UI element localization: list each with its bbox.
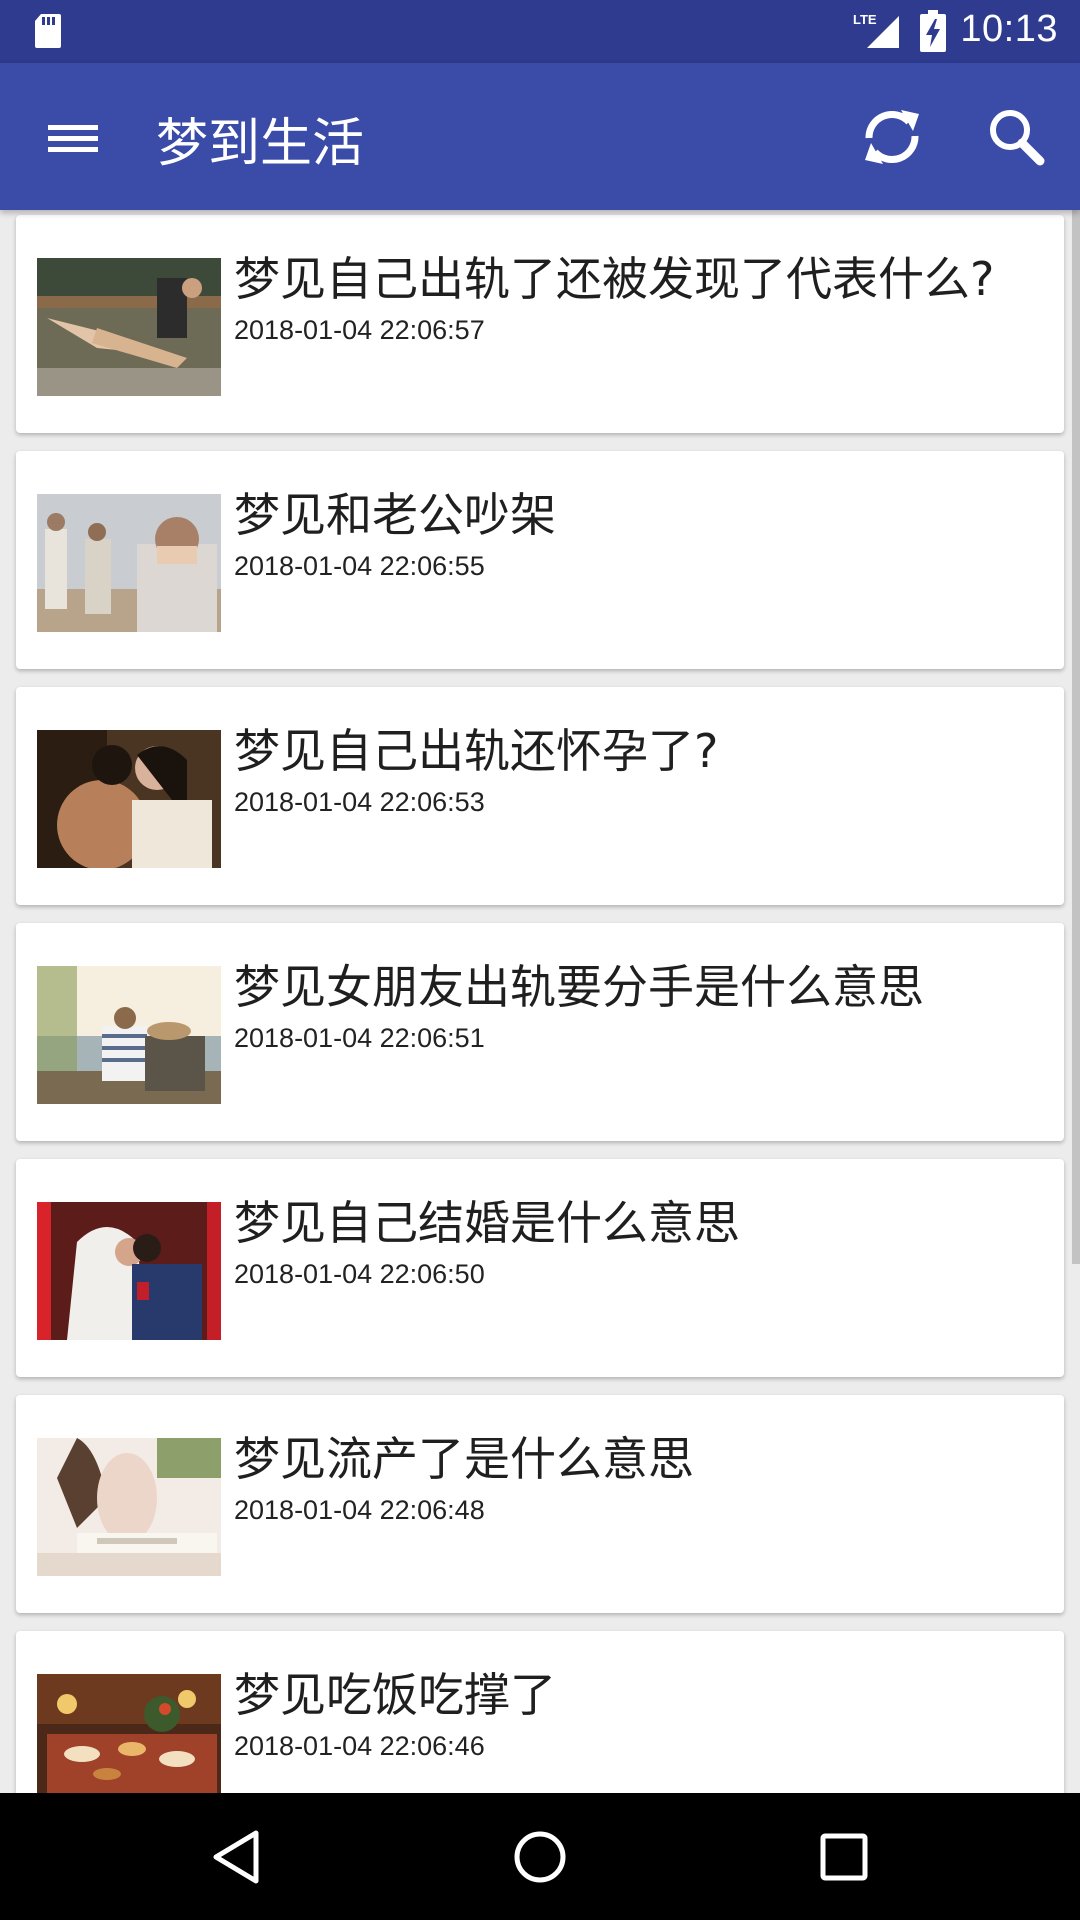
back-button[interactable] <box>196 1819 276 1895</box>
item-timestamp: 2018-01-04 22:06:55 <box>234 551 485 581</box>
menu-icon <box>48 125 98 152</box>
thumbnail-image <box>37 1438 221 1576</box>
list-item[interactable]: 梦见流产了是什么意思 2018-01-04 22:06:48 <box>16 1395 1064 1613</box>
thumbnail-image <box>37 494 221 632</box>
list-item[interactable]: 梦见自己出轨了还被发现了代表什么? 2018-01-04 22:06:57 <box>16 215 1064 433</box>
item-title: 梦见和老公吵架 <box>234 488 556 542</box>
network-label: LTE <box>853 12 877 27</box>
home-button[interactable] <box>500 1819 580 1895</box>
back-icon <box>213 1830 259 1884</box>
navigation-bar <box>0 1793 1080 1920</box>
item-title: 梦见女朋友出轨要分手是什么意思 <box>234 960 924 1014</box>
item-timestamp: 2018-01-04 22:06:46 <box>234 1731 485 1761</box>
sd-card-icon <box>35 14 61 48</box>
thumbnail-image <box>37 966 221 1104</box>
thumbnail-image <box>37 730 221 868</box>
item-timestamp: 2018-01-04 22:06:50 <box>234 1259 485 1289</box>
list-item[interactable]: 梦见吃饭吃撑了 2018-01-04 22:06:46 <box>16 1631 1064 1793</box>
item-title: 梦见自己出轨还怀孕了? <box>234 724 719 778</box>
item-title: 梦见自己出轨了还被发现了代表什么? <box>234 252 995 306</box>
item-title: 梦见吃饭吃撑了 <box>234 1668 556 1722</box>
battery-charging-icon <box>920 10 946 52</box>
search-button[interactable] <box>982 100 1052 174</box>
item-title: 梦见自己结婚是什么意思 <box>234 1196 740 1250</box>
status-bar: LTE 10:13 <box>0 0 1080 63</box>
list-scrollbar[interactable] <box>1072 210 1080 1264</box>
list-item[interactable]: 梦见女朋友出轨要分手是什么意思 2018-01-04 22:06:51 <box>16 923 1064 1141</box>
item-title: 梦见流产了是什么意思 <box>234 1432 694 1486</box>
search-icon <box>990 110 1045 166</box>
item-timestamp: 2018-01-04 22:06:48 <box>234 1495 485 1525</box>
page-title: 梦到生活 <box>156 114 365 174</box>
item-timestamp: 2018-01-04 22:06:57 <box>234 315 485 345</box>
thumbnail-image <box>37 258 221 396</box>
recents-icon <box>820 1833 868 1881</box>
refresh-button[interactable] <box>857 100 927 174</box>
status-clock: 10:13 <box>960 8 1058 50</box>
item-timestamp: 2018-01-04 22:06:53 <box>234 787 485 817</box>
home-icon <box>514 1831 566 1883</box>
article-list[interactable]: 梦见自己出轨了还被发现了代表什么? 2018-01-04 22:06:57 梦见… <box>0 210 1080 1793</box>
item-timestamp: 2018-01-04 22:06:51 <box>234 1023 485 1053</box>
refresh-icon <box>865 110 919 164</box>
menu-button[interactable] <box>30 103 116 173</box>
app-bar: 梦到生活 <box>0 63 1080 210</box>
list-item[interactable]: 梦见自己结婚是什么意思 2018-01-04 22:06:50 <box>16 1159 1064 1377</box>
list-item[interactable]: 梦见和老公吵架 2018-01-04 22:06:55 <box>16 451 1064 669</box>
list-item[interactable]: 梦见自己出轨还怀孕了? 2018-01-04 22:06:53 <box>16 687 1064 905</box>
lte-signal-icon: LTE <box>853 12 899 48</box>
recents-button[interactable] <box>804 1819 884 1895</box>
thumbnail-image <box>37 1202 221 1340</box>
thumbnail-image <box>37 1674 221 1793</box>
